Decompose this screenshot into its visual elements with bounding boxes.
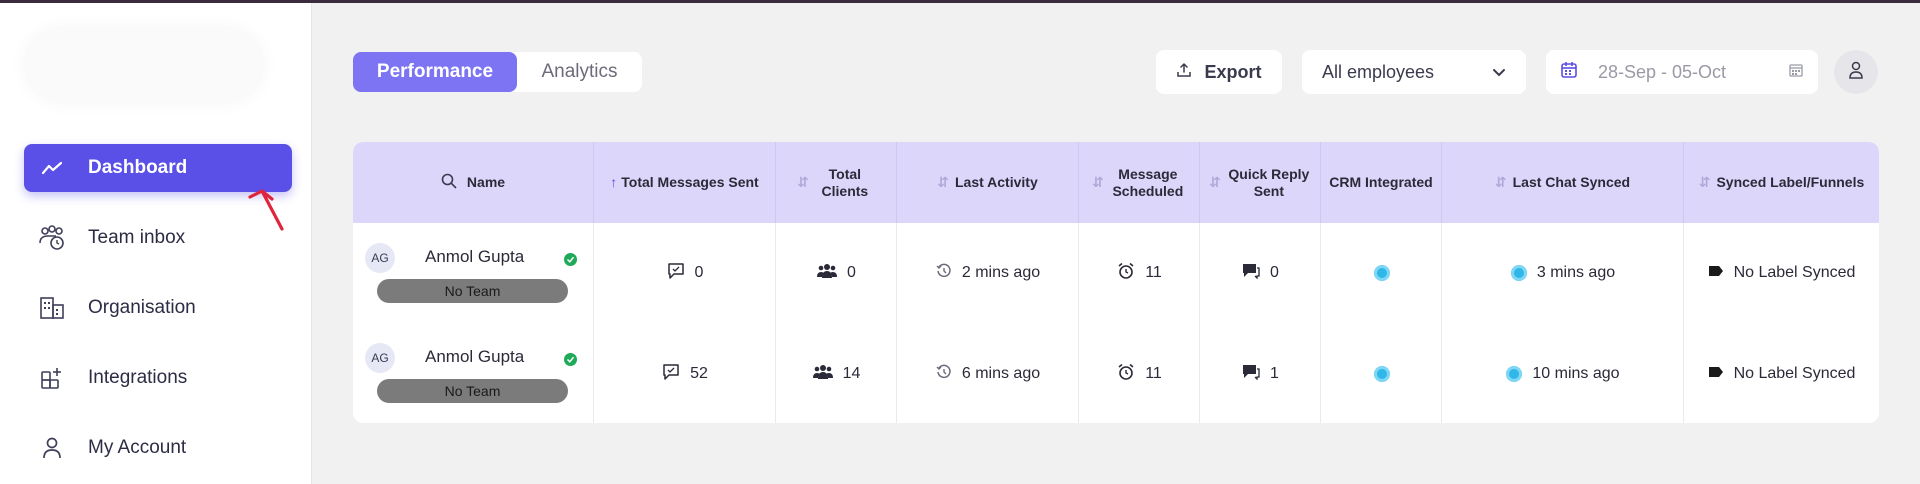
col-message-scheduled[interactable]: ⇵ Message Scheduled [1079, 142, 1200, 223]
sort-asc-icon: ↑ [610, 174, 618, 190]
sort-icon: ⇵ [937, 174, 949, 190]
trend-icon [28, 144, 76, 192]
col-name[interactable]: Name [353, 142, 594, 223]
user-icon [28, 424, 76, 472]
last-chat-cell: 3 mins ago [1442, 253, 1684, 293]
sidebar-item-label: Team inbox [88, 227, 186, 248]
sidebar-item-label: Organisation [88, 297, 196, 318]
upload-icon [1176, 62, 1192, 83]
avatar: AG [365, 343, 395, 373]
sort-icon: ⇵ [1698, 174, 1711, 190]
col-synced-label[interactable]: ⇵ Synced Label/Funnels [1684, 142, 1879, 223]
last-activity-cell: 2 mins ago [897, 253, 1079, 293]
crm-sync-icon [1373, 265, 1390, 281]
alarm-clock-icon [1117, 363, 1135, 386]
sort-icon: ⇵ [797, 174, 809, 190]
sidebar-item-organisation[interactable]: Organisation [24, 284, 292, 332]
calendar-icon [1560, 61, 1578, 84]
history-icon [936, 364, 952, 385]
label-cell: No Label Synced [1684, 253, 1879, 293]
label-cell: No Label Synced [1684, 354, 1879, 394]
chat-icon [662, 363, 680, 386]
avatar: AG [365, 243, 395, 273]
col-total-clients[interactable]: ⇵ Total Clients [776, 142, 897, 223]
history-icon [936, 263, 952, 284]
sync-status-icon [1510, 265, 1527, 281]
crm-cell [1321, 253, 1442, 293]
table-row[interactable]: AG Anmol Gupta No Team 0 0 2 mins ago 11… [353, 223, 1879, 323]
export-label: Export [1204, 61, 1262, 82]
tag-icon [1708, 365, 1724, 383]
quick-reply-cell: 1 [1200, 354, 1321, 394]
date-range-picker[interactable]: 28-Sep - 05-Oct [1546, 50, 1818, 94]
users-group-icon [817, 263, 838, 284]
sidebar-item-label: Dashboard [88, 157, 188, 178]
tab-performance[interactable]: Performance [353, 52, 517, 92]
table-header: Name ↑ Total Messages Sent ⇵ Total Clien… [353, 142, 1879, 223]
performance-table: Name ↑ Total Messages Sent ⇵ Total Clien… [353, 142, 1879, 423]
col-last-activity[interactable]: ⇵ Last Activity [897, 142, 1079, 223]
crm-sync-icon [1373, 366, 1390, 382]
sidebar-item-integrations[interactable]: Integrations [24, 354, 292, 402]
profile-button[interactable] [1834, 50, 1878, 94]
employee-name: Anmol Gupta [425, 247, 525, 266]
sidebar-item-label: Integrations [88, 367, 188, 388]
clients-cell: 0 [776, 253, 897, 293]
sort-icon: ⇵ [1494, 174, 1507, 190]
team-chat-icon [28, 214, 76, 262]
sync-status-icon [1506, 366, 1523, 382]
clients-cell: 14 [776, 354, 897, 394]
table-row[interactable]: AG Anmol Gupta No Team 52 14 6 mins ago … [353, 323, 1879, 423]
chat-icon [667, 262, 685, 285]
name-cell: AG Anmol Gupta No Team [353, 223, 594, 323]
sidebar-item-label: My Account [88, 437, 187, 458]
message-reply-icon [1242, 263, 1260, 284]
employee-select-value: All employees [1322, 61, 1435, 82]
team-badge: No Team [377, 279, 568, 303]
messages-cell: 0 [594, 253, 776, 293]
sort-icon: ⇵ [1092, 174, 1104, 190]
users-group-icon [812, 364, 833, 385]
name-cell: AG Anmol Gupta No Team [353, 323, 594, 423]
sort-icon: ⇵ [1209, 174, 1221, 190]
logo [24, 27, 264, 103]
annotation-arrow-icon [248, 189, 284, 231]
building-icon [28, 284, 76, 332]
col-crm-integrated[interactable]: CRM Integrated [1321, 142, 1442, 223]
message-reply-icon [1242, 364, 1260, 385]
date-range-value: 28-Sep - 05-Oct [1598, 61, 1727, 82]
tab-analytics[interactable]: Analytics [517, 52, 642, 92]
tag-icon [1708, 264, 1724, 282]
messages-cell: 52 [594, 354, 776, 394]
alarm-clock-icon [1117, 262, 1135, 285]
user-icon [1848, 61, 1864, 84]
last-chat-cell: 10 mins ago [1442, 354, 1684, 394]
quick-reply-cell: 0 [1200, 253, 1321, 293]
team-badge: No Team [377, 379, 568, 403]
sidebar-item-my-account[interactable]: My Account [24, 424, 292, 472]
scheduled-cell: 11 [1079, 253, 1200, 293]
chevron-down-icon [1492, 62, 1506, 83]
verified-check-icon [564, 353, 577, 366]
search-icon [441, 173, 457, 193]
export-button[interactable]: Export [1156, 50, 1282, 94]
verified-check-icon [564, 253, 577, 266]
sidebar-item-dashboard[interactable]: Dashboard [24, 144, 292, 192]
sidebar: Dashboard Team inbox Organisation Integr… [0, 3, 312, 484]
employee-select[interactable]: All employees [1302, 50, 1526, 94]
calendar-small-icon [1788, 62, 1804, 83]
employee-name: Anmol Gupta [425, 347, 525, 366]
view-tabs: Performance Analytics [353, 52, 642, 92]
last-activity-cell: 6 mins ago [897, 354, 1079, 394]
col-total-messages[interactable]: ↑ Total Messages Sent [594, 142, 776, 223]
scheduled-cell: 11 [1079, 354, 1200, 394]
crm-cell [1321, 354, 1442, 394]
col-quick-reply[interactable]: ⇵ Quick Reply Sent [1200, 142, 1321, 223]
col-last-chat-synced[interactable]: ⇵ Last Chat Synced [1442, 142, 1684, 223]
add-grid-icon [28, 354, 76, 402]
